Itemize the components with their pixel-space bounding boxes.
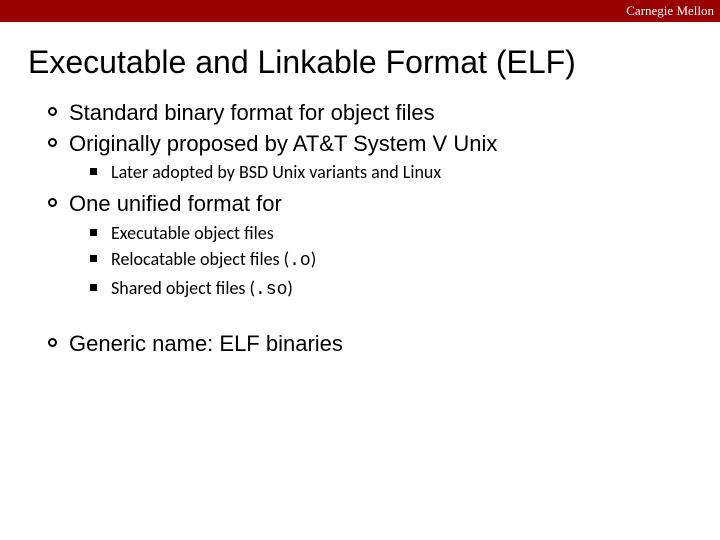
sub-bullet-text: Shared object files (.so)	[111, 276, 293, 302]
square-bullet-icon	[90, 255, 97, 262]
sub-bullet-text: Later adopted by BSD Unix variants and L…	[111, 160, 441, 184]
text-fragment: Shared object files (	[111, 277, 255, 299]
header-bar: Carnegie Mellon	[0, 0, 720, 22]
circle-bullet-icon	[48, 198, 57, 207]
text-fragment: )	[311, 248, 316, 270]
brand-label: Carnegie Mellon	[626, 3, 714, 19]
bullet-text: Generic name: ELF binaries	[69, 330, 343, 359]
sub-bullet-item: Executable object files	[90, 221, 720, 245]
bullet-item: One unified format for	[48, 190, 720, 219]
sub-bullet-list: Executable object files Relocatable obje…	[90, 221, 720, 302]
square-bullet-icon	[90, 284, 97, 291]
bullet-text: Originally proposed by AT&T System V Uni…	[69, 130, 497, 159]
sub-bullet-list: Later adopted by BSD Unix variants and L…	[90, 160, 720, 184]
bullet-list: One unified format for	[48, 190, 720, 219]
sub-bullet-text: Executable object files	[111, 221, 274, 245]
text-fragment: Relocatable object files (	[111, 248, 289, 270]
slide-title: Executable and Linkable Format (ELF)	[28, 44, 720, 81]
sub-bullet-text: Relocatable object files (.o)	[111, 247, 316, 273]
square-bullet-icon	[90, 168, 97, 175]
code-fragment: .so	[255, 280, 287, 300]
bullet-text: Standard binary format for object files	[69, 99, 435, 128]
sub-bullet-item: Relocatable object files (.o)	[90, 247, 720, 273]
circle-bullet-icon	[48, 138, 57, 147]
bullet-item: Generic name: ELF binaries	[48, 330, 720, 359]
sub-bullet-item: Shared object files (.so)	[90, 276, 720, 302]
bullet-item: Originally proposed by AT&T System V Uni…	[48, 130, 720, 159]
code-fragment: .o	[289, 251, 311, 271]
bullet-text: One unified format for	[69, 190, 282, 219]
sub-bullet-item: Later adopted by BSD Unix variants and L…	[90, 160, 720, 184]
bullet-list: Generic name: ELF binaries	[48, 330, 720, 359]
bullet-item: Standard binary format for object files	[48, 99, 720, 128]
text-fragment: )	[287, 277, 292, 299]
bullet-list: Standard binary format for object files …	[48, 99, 720, 158]
circle-bullet-icon	[48, 107, 57, 116]
square-bullet-icon	[90, 229, 97, 236]
circle-bullet-icon	[48, 338, 57, 347]
